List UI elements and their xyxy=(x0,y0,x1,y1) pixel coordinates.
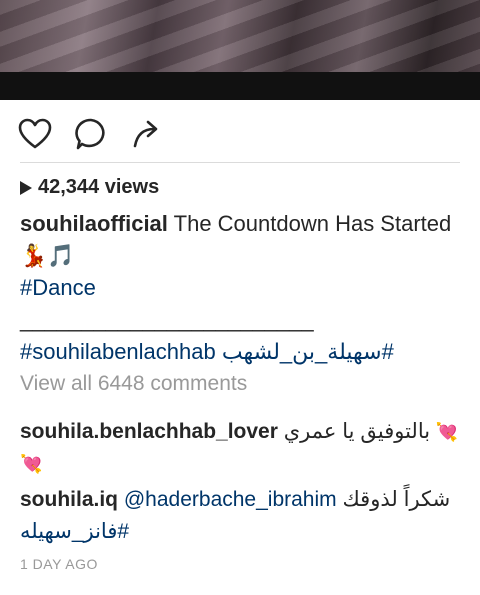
views-count: 42,344 views xyxy=(38,176,160,198)
caption-username[interactable]: souhilaofficial xyxy=(20,211,168,236)
caption-separator: ________________________ xyxy=(20,307,314,332)
play-icon xyxy=(20,180,32,195)
comment-text: شكراً لذوقك xyxy=(342,488,451,511)
heart-icon[interactable] xyxy=(18,118,52,150)
comment-username[interactable]: souhila.benlachhab_lover xyxy=(20,420,278,443)
comment-text: بالتوفيق يا عمري xyxy=(283,420,431,443)
comment-item: souhila.benlachhab_lover بالتوفيق يا عمر… xyxy=(20,416,460,480)
hashtag-souhilabenlachhab[interactable]: #souhilabenlachhab xyxy=(20,339,216,364)
views-row[interactable]: 42,344 views xyxy=(20,176,159,199)
comment-mention[interactable]: @haderbache_ibrahim xyxy=(124,488,337,511)
post-actions xyxy=(18,114,164,154)
caption-text: The Countdown Has Started xyxy=(173,211,452,236)
video-letterbox-bar xyxy=(0,72,480,100)
comment-username[interactable]: souhila.iq xyxy=(20,488,118,511)
actions-divider xyxy=(20,162,460,163)
hashtag-dance[interactable]: #Dance xyxy=(20,275,96,300)
post-caption: souhilaofficial The Countdown Has Starte… xyxy=(20,208,460,368)
share-arrow-icon[interactable] xyxy=(130,117,164,151)
view-all-comments-link[interactable]: View all 6448 comments xyxy=(20,372,247,396)
post-media-video[interactable] xyxy=(0,0,480,100)
video-frame xyxy=(0,0,480,72)
comment-hashtag[interactable]: #فانز_سهيله xyxy=(20,520,129,543)
post-timestamp: 1 DAY AGO xyxy=(20,556,98,572)
comment-item: souhila.iq @haderbache_ibrahim شكراً لذو… xyxy=(20,484,460,548)
comment-bubble-icon[interactable] xyxy=(74,117,108,151)
hashtag-arabic-name[interactable]: #سهيلة_بن_لشهب xyxy=(222,339,394,364)
caption-emoji: 💃🎵 xyxy=(20,243,75,268)
